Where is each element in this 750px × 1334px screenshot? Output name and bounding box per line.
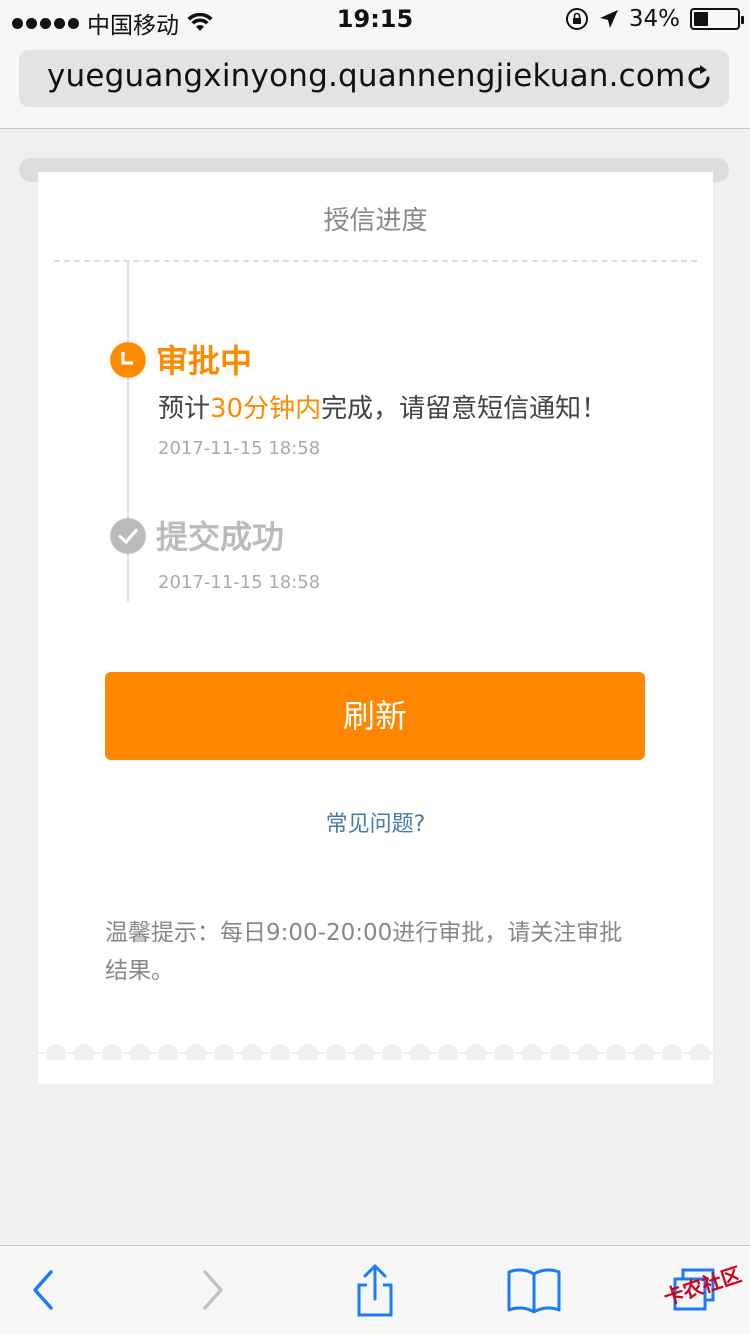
scallop-bump bbox=[326, 1044, 346, 1060]
scallop-bump bbox=[438, 1044, 458, 1060]
step-time: 2017-11-15 18:58 bbox=[158, 438, 321, 459]
scallop-bump bbox=[354, 1044, 374, 1060]
scallop-bump bbox=[74, 1044, 94, 1060]
step-title: 审批中 bbox=[156, 342, 253, 380]
scallop-bump bbox=[578, 1044, 598, 1060]
check-circle-icon bbox=[110, 518, 146, 554]
scallop-bump bbox=[270, 1044, 290, 1060]
share-button[interactable] bbox=[345, 1260, 405, 1320]
scallop-bump bbox=[242, 1044, 262, 1060]
scallop-bump bbox=[158, 1044, 178, 1060]
status-right-group: 34% bbox=[565, 6, 744, 32]
scallop-bump bbox=[410, 1044, 430, 1060]
step-desc-prefix: 预计 bbox=[158, 394, 211, 424]
scallop-bump bbox=[382, 1044, 402, 1060]
step-description: 预计30分钟内完成，请留意短信通知！ bbox=[158, 388, 607, 425]
refresh-button[interactable]: 刷新 bbox=[105, 672, 645, 760]
scallop-bump bbox=[130, 1044, 150, 1060]
scallop-edge bbox=[38, 1044, 713, 1060]
battery-icon bbox=[690, 8, 744, 30]
scallop-bump bbox=[214, 1044, 234, 1060]
share-icon[interactable] bbox=[353, 1263, 397, 1317]
orientation-lock-icon bbox=[565, 8, 588, 30]
dashed-divider bbox=[54, 260, 697, 262]
step-time: 2017-11-15 18:58 bbox=[158, 572, 321, 593]
step-desc-highlight: 30分钟内 bbox=[210, 394, 322, 424]
step-desc-suffix: 完成，请留意短信通知！ bbox=[321, 394, 608, 424]
location-icon bbox=[599, 10, 618, 28]
faq-label[interactable]: 常见问题? bbox=[326, 812, 426, 837]
scallop-bump bbox=[494, 1044, 514, 1060]
scallop-bump bbox=[634, 1044, 654, 1060]
battery-percent: 34% bbox=[628, 6, 680, 32]
tip-text: 温馨提示：每日9:00-20:00进行审批，请关注审批结果。 bbox=[105, 920, 623, 984]
back-icon[interactable] bbox=[29, 1268, 59, 1312]
scallop-bump bbox=[690, 1044, 710, 1060]
forward-icon[interactable] bbox=[197, 1268, 227, 1312]
page-title: 授信进度 bbox=[323, 206, 428, 236]
browser-toolbar bbox=[0, 1245, 750, 1334]
bookmarks-icon[interactable] bbox=[506, 1266, 562, 1314]
scallop-bump bbox=[550, 1044, 570, 1060]
battery-fill bbox=[694, 12, 709, 26]
address-bar[interactable]: yueguangxinyong.quannengjiekuan.com bbox=[19, 50, 729, 107]
step-title: 提交成功 bbox=[156, 518, 285, 556]
credit-progress-card: 授信进度 审批中 预计30分钟内完成，请留意短信通知！ 2017-11-15 1… bbox=[38, 172, 713, 1084]
url-text[interactable]: yueguangxinyong.quannengjiekuan.com bbox=[47, 58, 685, 94]
bookmarks-button[interactable] bbox=[504, 1260, 564, 1320]
scallop-bump bbox=[298, 1044, 318, 1060]
scallop-bump bbox=[466, 1044, 486, 1060]
scallop-bump bbox=[606, 1044, 626, 1060]
scallop-bump bbox=[186, 1044, 206, 1060]
scallop-bump bbox=[662, 1044, 682, 1060]
back-button[interactable] bbox=[14, 1260, 74, 1320]
clock-icon bbox=[110, 342, 146, 378]
status-bar: 中国移动 19:15 34% bbox=[0, 0, 750, 40]
reload-icon[interactable] bbox=[683, 62, 715, 94]
scallop-bump bbox=[46, 1044, 66, 1060]
forward-button[interactable] bbox=[182, 1260, 242, 1320]
browser-address-area: yueguangxinyong.quannengjiekuan.com bbox=[0, 40, 750, 129]
scallop-bump bbox=[102, 1044, 122, 1060]
faq-link[interactable]: 常见问题? bbox=[38, 806, 713, 838]
scallop-bump bbox=[522, 1044, 542, 1060]
